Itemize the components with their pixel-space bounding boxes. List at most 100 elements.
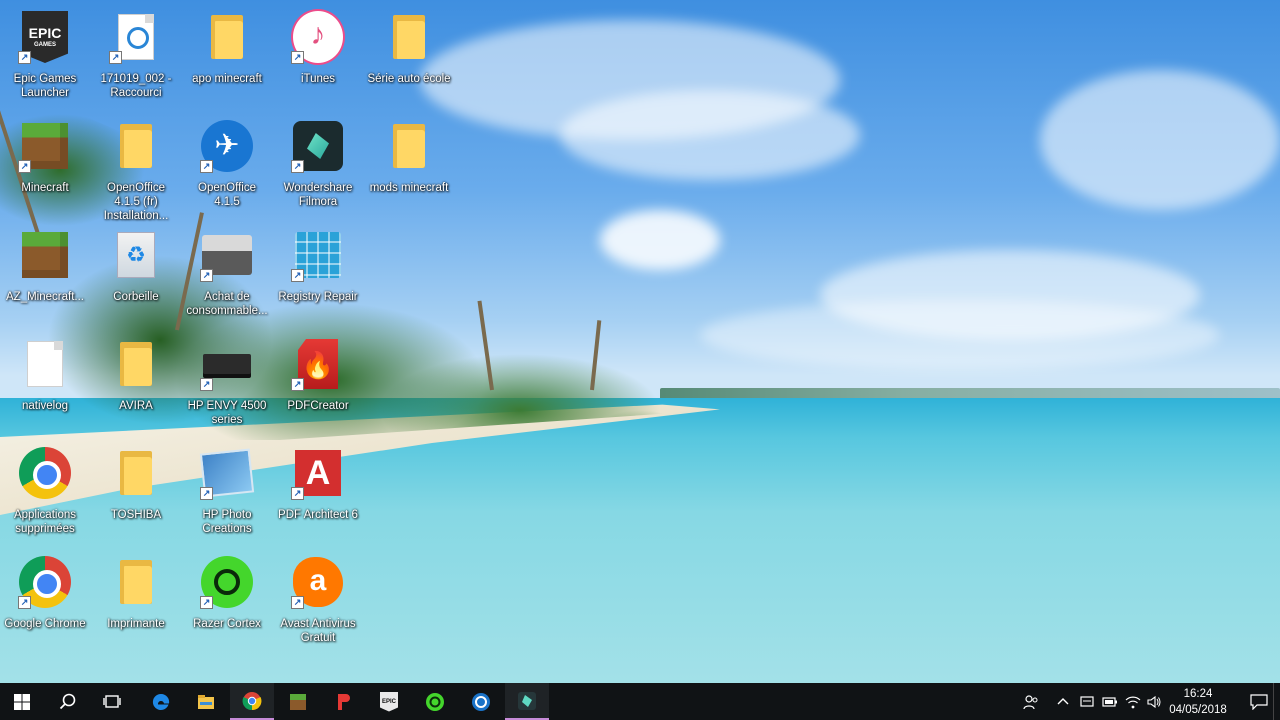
desktop-icon-az-minecraft[interactable]: AZ_Minecraft... [0, 224, 90, 328]
desktop-icon-label: PDF Architect 6 [278, 509, 358, 521]
desktop-icon-avira[interactable]: AVIRA [91, 333, 181, 437]
windows-start-icon [14, 693, 30, 710]
tray-show-hidden[interactable] [1052, 683, 1074, 720]
desktop-icon-label: OpenOffice 4.1.5 (fr) Installation... [103, 182, 169, 222]
taskbar-pdf-architect[interactable] [321, 683, 365, 720]
folder-icon [393, 124, 425, 168]
taskbar-epic-games[interactable]: EPIC [367, 683, 411, 720]
tray-people[interactable] [1018, 683, 1044, 720]
folder-icon [120, 560, 152, 604]
desktop-icon-toshiba[interactable]: TOSHIBA [91, 442, 181, 546]
desktop-icon-hp-envy[interactable]: ↗ HP ENVY 4500 series [182, 333, 272, 437]
desktop-icon-label: HP ENVY 4500 series [187, 400, 267, 426]
desktop-icon-nativelog[interactable]: nativelog [0, 333, 90, 437]
desktop-icon-label: Registry Repair [278, 291, 358, 303]
message-icon [1080, 695, 1094, 707]
taskbar-minecraft[interactable] [276, 683, 320, 720]
desktop-icon-minecraft[interactable]: ↗ Minecraft [0, 115, 90, 219]
tray-volume[interactable] [1144, 683, 1164, 720]
desktop-icon-pdf-architect[interactable]: A ↗ PDF Architect 6 [273, 442, 363, 546]
folder-icon [120, 451, 152, 495]
desktop-icon-corbeille[interactable]: ♻ Corbeille [91, 224, 181, 328]
desktop-icon-label: AVIRA [119, 400, 153, 412]
chrome-icon [19, 447, 71, 499]
desktop-icon-label: AZ_Minecraft... [6, 291, 84, 303]
desktop-icon-registry-repair[interactable]: ↗ Registry Repair [273, 224, 363, 328]
shortcut-arrow-icon: ↗ [291, 269, 304, 282]
task-view-button[interactable] [90, 683, 134, 720]
shortcut-arrow-icon: ↗ [18, 160, 31, 173]
taskbar: EPIC 16:24 04/05/2018 [0, 683, 1280, 720]
battery-icon [1102, 696, 1117, 707]
desktop-icon-imprimante[interactable]: Imprimante [91, 551, 181, 655]
desktop-icon-label: Razer Cortex [193, 618, 261, 630]
folder-icon [211, 15, 243, 59]
desktop-icon-openoffice-installation[interactable]: OpenOffice 4.1.5 (fr) Installation... [91, 115, 181, 222]
desktop-icon-label: iTunes [300, 73, 336, 85]
text-file-icon [27, 341, 63, 387]
desktop-icon-label: Imprimante [107, 618, 165, 630]
desktop-icon-label: TOSHIBA [110, 509, 162, 521]
taskbar-razer-cortex[interactable] [413, 683, 457, 720]
tray-message[interactable] [1076, 683, 1098, 720]
desktop-icon-mods-minecraft[interactable]: mods minecraft [364, 115, 454, 219]
desktop-icon-avast[interactable]: a ↗ Avast Antivirus Gratuit [273, 551, 363, 655]
start-button[interactable] [0, 683, 44, 720]
desktop-icon-razer-cortex[interactable]: ↗ Razer Cortex [182, 551, 272, 655]
desktop-icon-serie-auto-ecole[interactable]: Série auto école [364, 6, 454, 110]
volume-icon [1147, 695, 1161, 708]
shortcut-arrow-icon: ↗ [291, 160, 304, 173]
desktop-icon-label: 171019_002 - Raccourci [100, 73, 172, 99]
filmora-icon [518, 691, 536, 710]
shortcut-arrow-icon: ↗ [18, 596, 31, 609]
desktop-icon-label: nativelog [21, 400, 69, 412]
desktop-icon-label: mods minecraft [369, 182, 449, 194]
search-button[interactable] [46, 683, 90, 720]
pdfcreator-icon: 🔥 [298, 339, 338, 389]
desktop-icon-itunes[interactable]: ♪ ↗ iTunes [273, 6, 363, 110]
desktop-icon-openoffice[interactable]: ✈ ↗ OpenOffice 4.1.5 [182, 115, 272, 219]
desktop-icon-applications-supprimees[interactable]: Applications supprimées [0, 442, 90, 546]
desktop-icon-label: Applications supprimées [13, 509, 76, 535]
taskbar-hp[interactable] [459, 683, 503, 720]
chrome-icon [242, 691, 262, 710]
desktop-icon-label: OpenOffice 4.1.5 [198, 182, 256, 208]
epic-games-icon: EPIC [380, 691, 398, 712]
taskbar-file-explorer[interactable] [184, 683, 228, 720]
edge-icon [152, 693, 170, 710]
shortcut-arrow-icon: ↗ [18, 51, 31, 64]
desktop-icon-pdfcreator[interactable]: 🔥 ↗ PDFCreator [273, 333, 363, 437]
task-view-icon [103, 694, 121, 708]
desktop-icon-filmora[interactable]: ↗ Wondershare Filmora [273, 115, 363, 219]
desktop-icon-epic-games[interactable]: EPIC GAMES ↗ Epic Games Launcher [0, 6, 90, 110]
desktop-icon-achat-consommable[interactable]: ↗ Achat de consommable... [182, 224, 272, 328]
taskbar-filmora[interactable] [505, 683, 549, 720]
taskbar-clock[interactable]: 16:24 04/05/2018 [1162, 683, 1234, 720]
desktop-icon-google-chrome[interactable]: ↗ Google Chrome [0, 551, 90, 655]
desktop-icon-hp-photo-creations[interactable]: ↗ HP Photo Creations [182, 442, 272, 546]
recycle-bin-icon: ♻ [117, 232, 155, 278]
show-desktop-button[interactable] [1273, 683, 1274, 720]
people-icon [1023, 694, 1038, 709]
shortcut-arrow-icon: ↗ [200, 596, 213, 609]
tray-wifi[interactable] [1122, 683, 1144, 720]
desktop-icon-label: Google Chrome [4, 618, 86, 630]
document-icon [118, 14, 154, 60]
clock-time: 16:24 [1183, 688, 1213, 700]
desktop-icon-171019-002[interactable]: ↗ 171019_002 - Raccourci [91, 6, 181, 110]
clock-date: 04/05/2018 [1169, 704, 1227, 716]
hp-icon [472, 692, 490, 711]
shortcut-arrow-icon: ↗ [200, 487, 213, 500]
desktop-icon-apo-minecraft[interactable]: apo minecraft [182, 6, 272, 110]
folder-icon [393, 15, 425, 59]
minecraft-icon [22, 232, 68, 278]
desktop-icon-label: apo minecraft [192, 73, 262, 85]
tray-battery[interactable] [1099, 683, 1121, 720]
search-icon [59, 693, 76, 709]
taskbar-chrome[interactable] [230, 683, 274, 720]
notification-icon [1250, 693, 1268, 710]
desktop-icon-label: Corbeille [113, 291, 159, 303]
desktop-icon-label: Avast Antivirus Gratuit [280, 618, 356, 644]
shortcut-arrow-icon: ↗ [200, 160, 213, 173]
taskbar-edge[interactable] [139, 683, 183, 720]
